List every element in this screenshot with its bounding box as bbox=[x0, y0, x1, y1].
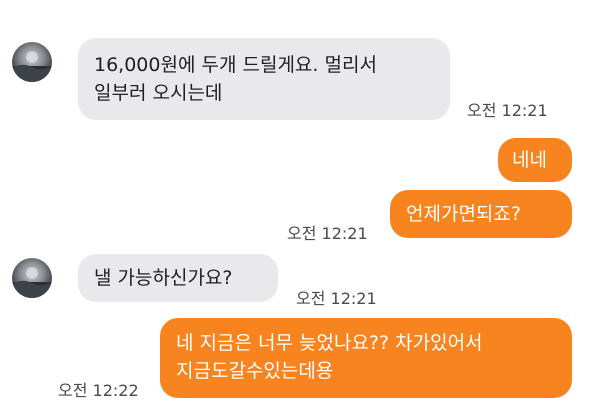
message-text-line: 지금도갈수있는데용 bbox=[176, 360, 334, 382]
message-bubble-outgoing[interactable]: 네 지금은 너무 늦었나요?? 차가있어서 지금도갈수있는데용 bbox=[160, 318, 572, 398]
message-text-line: 네 지금은 너무 늦었나요?? 차가있어서 bbox=[176, 332, 483, 354]
message-bubble-incoming[interactable]: 낼 가능하신가요? bbox=[78, 254, 278, 302]
message-bubble-outgoing[interactable]: 네네 bbox=[498, 138, 572, 182]
message-text-line: 네네 bbox=[512, 149, 547, 171]
sender-avatar[interactable] bbox=[12, 42, 52, 82]
message-bubble-outgoing[interactable]: 언제가면되죠? bbox=[390, 190, 572, 238]
message-text-line: 일부러 오시는데 bbox=[94, 82, 223, 104]
avatar-icon bbox=[12, 51, 52, 82]
message-timestamp: 오전 12:22 bbox=[58, 381, 139, 400]
message-timestamp: 오전 12:21 bbox=[467, 101, 548, 120]
message-text-line: 16,000원에 두개 드릴게요. 멀리서 bbox=[94, 54, 377, 76]
message-bubble-incoming[interactable]: 16,000원에 두개 드릴게요. 멀리서 일부러 오시는데 bbox=[78, 38, 450, 120]
message-timestamp: 오전 12:21 bbox=[296, 289, 377, 308]
sender-avatar[interactable] bbox=[12, 258, 52, 298]
message-timestamp: 오전 12:21 bbox=[287, 224, 368, 243]
message-text-line: 낼 가능하신가요? bbox=[94, 267, 233, 289]
message-text-line: 언제가면되죠? bbox=[406, 203, 521, 225]
avatar-icon bbox=[12, 267, 52, 298]
